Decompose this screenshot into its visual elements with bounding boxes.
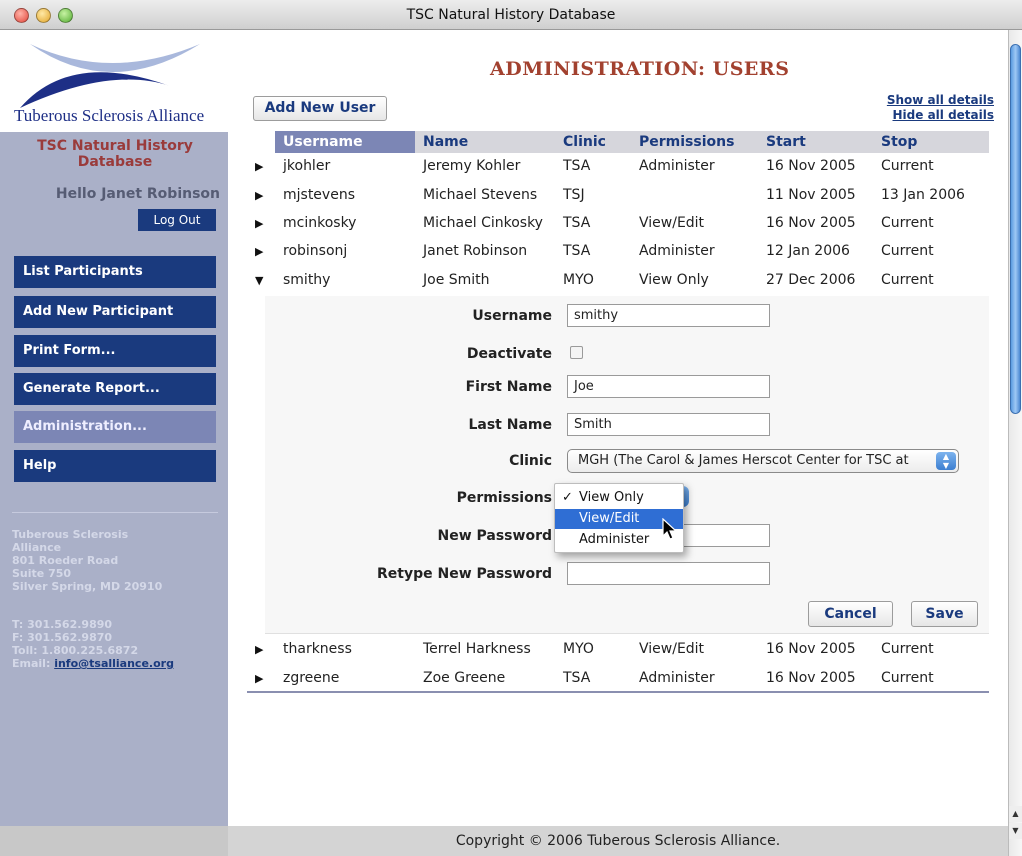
username-label: Username [472,308,552,324]
window-title: TSC Natural History Database [406,7,616,23]
save-button[interactable]: Save [911,601,978,627]
expand-triangle-icon[interactable]: ▶ [255,160,263,173]
footer-left [0,826,228,856]
logo: Tuberous Sclerosis Alliance [0,30,228,132]
new-password-label: New Password [437,528,553,544]
permissions-label: Permissions [456,490,552,506]
column-header-name[interactable]: Name [415,131,555,153]
page-title: ADMINISTRATION: USERS [490,58,790,80]
column-header-clinic[interactable]: Clinic [555,131,631,153]
window-titlebar: TSC Natural History Database [0,0,1022,30]
logout-button[interactable]: Log Out [138,209,216,231]
select-arrows-icon[interactable]: ▲ ▼ [936,452,956,470]
collapse-triangle-icon[interactable]: ▼ [255,274,263,287]
cancel-button[interactable]: Cancel [808,601,893,627]
expand-triangle-icon[interactable]: ▶ [255,189,263,202]
table-bottom-rule [247,691,989,693]
permission-option-view-only[interactable]: ✓ View Only [555,488,683,508]
expand-triangle-icon[interactable]: ▶ [255,217,263,230]
retype-password-label: Retype New Password [377,566,552,582]
greeting: Hello Janet Robinson [55,186,220,202]
vertical-scrollbar[interactable]: ▲ ▼ [1008,30,1022,856]
email-link[interactable]: info@tsalliance.org [54,657,174,670]
column-header-start[interactable]: Start [758,131,873,153]
database-title: TSC Natural History Database [37,138,193,170]
column-header-permissions[interactable]: Permissions [631,131,758,153]
scroll-up-arrow-icon[interactable]: ▲ [1009,806,1022,822]
mouse-pointer-icon [662,518,678,540]
last-name-field[interactable]: Smith [567,413,770,436]
address-block: Tuberous Sclerosis Alliance 801 Roeder R… [12,528,163,593]
first-name-label: First Name [465,379,552,395]
contact-block: T: 301.562.9890 F: 301.562.9870 Toll: 1.… [12,618,174,670]
column-header-username[interactable]: Username [275,131,415,153]
sidebar-divider [12,512,218,513]
deactivate-checkbox[interactable] [570,346,583,359]
sidebar: Tuberous Sclerosis Alliance TSC Natural … [0,30,228,826]
retype-password-field[interactable] [567,562,770,585]
nav-help[interactable]: Help [14,450,216,482]
deactivate-label: Deactivate [466,346,552,362]
first-name-field[interactable]: Joe [567,375,770,398]
nav-administration[interactable]: Administration... [14,411,216,443]
expand-triangle-icon[interactable]: ▶ [255,643,263,656]
last-name-label: Last Name [468,417,552,433]
scrollbar-thumb[interactable] [1010,44,1021,414]
hide-all-details-link[interactable]: Hide all details [893,108,995,122]
clinic-label: Clinic [509,453,552,469]
expand-triangle-icon[interactable]: ▶ [255,672,263,685]
nav-list-participants[interactable]: List Participants [14,256,216,288]
checkmark-icon: ✓ [562,490,573,505]
nav-add-participant[interactable]: Add New Participant [14,296,216,328]
username-field[interactable]: smithy [567,304,770,327]
clinic-select[interactable]: MGH (The Carol & James Herscot Center fo… [567,449,959,473]
logo-swoosh-icon [20,44,200,108]
nav-generate-report[interactable]: Generate Report... [14,373,216,405]
scroll-down-arrow-icon[interactable]: ▼ [1009,823,1022,839]
add-new-user-button[interactable]: Add New User [253,96,387,121]
show-all-details-link[interactable]: Show all details [887,93,994,107]
expand-triangle-icon[interactable]: ▶ [255,245,263,258]
logo-text: Tuberous Sclerosis Alliance [14,106,205,125]
column-header-stop[interactable]: Stop [873,131,989,153]
nav-print-form[interactable]: Print Form... [14,335,216,367]
copyright-footer: Copyright © 2006 Tuberous Sclerosis Alli… [228,826,1008,856]
